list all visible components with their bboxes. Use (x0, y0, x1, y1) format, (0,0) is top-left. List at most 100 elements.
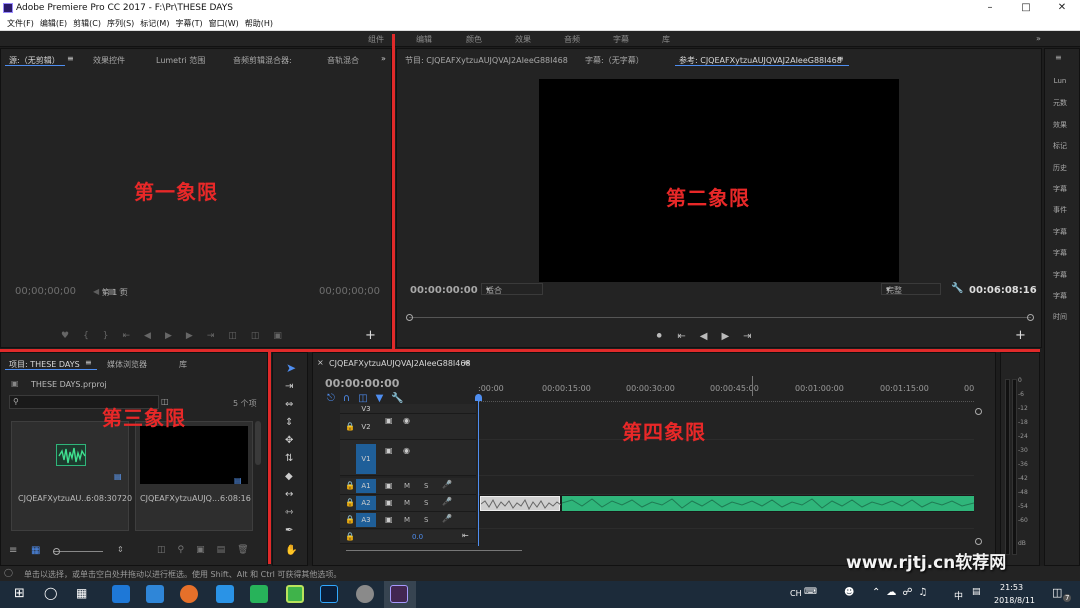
hand-tool-icon[interactable]: ✋ (285, 545, 297, 556)
tab-audio-clip-mixer[interactable]: 音频剪辑混合器: (233, 55, 292, 66)
slip-tool-icon[interactable]: ↔ (285, 489, 293, 500)
language-indicator[interactable]: 中 (954, 589, 963, 602)
solo-button[interactable]: S (424, 499, 428, 507)
photoshop-icon[interactable] (320, 585, 338, 603)
toggle-sync-icon[interactable]: ▣ (385, 416, 393, 425)
project-scrollbar[interactable] (255, 421, 261, 465)
panel-overflow-icon[interactable]: » (381, 54, 386, 63)
sort-icon[interactable]: ⇕ (117, 545, 124, 554)
cortana-icon[interactable]: ◯ (44, 586, 57, 600)
lock-icon[interactable]: 🔒 (345, 481, 355, 490)
workspace-effects[interactable]: 效果 (515, 34, 531, 45)
clock-date[interactable]: 2018/8/11 (994, 596, 1035, 605)
keyboard-icon[interactable]: ⌨ (804, 587, 817, 597)
right-tab-captions-5[interactable]: 字幕 (1048, 291, 1072, 301)
edge-icon[interactable] (112, 585, 130, 603)
tab-captions[interactable]: 字幕:（无字幕） (585, 55, 644, 66)
close-button[interactable]: ✕ (1044, 0, 1080, 16)
microphone-icon[interactable]: 🎤 (442, 480, 452, 489)
tab-program[interactable]: 节目: CJQEAFXytzuAUJQVAJ2AIeeG88I468 (405, 55, 568, 66)
close-sequence-icon[interactable]: × (317, 358, 324, 367)
ime-indicator[interactable]: CH (790, 589, 802, 598)
track-lane-v1[interactable] (478, 440, 974, 476)
minimize-button[interactable]: – (972, 0, 1008, 16)
menu-title[interactable]: 字幕(T) (172, 16, 205, 30)
list-view-icon[interactable]: ≡ (9, 545, 17, 556)
source-page-select[interactable]: ◀ 第 1 页 ▾ ■ ✞ (93, 287, 128, 297)
microphone-icon[interactable]: 🎤 (442, 514, 452, 523)
track-lane-a1[interactable] (478, 478, 974, 495)
track-lane-a3[interactable] (478, 512, 974, 529)
tab-libraries[interactable]: 库 (179, 359, 187, 370)
mail-icon[interactable] (146, 585, 164, 603)
toggle-sync-icon[interactable]: ▣ (385, 498, 393, 507)
rolling-edit-tool-icon[interactable]: ⇕ (285, 417, 293, 428)
notification-icon[interactable]: ◫ (1052, 586, 1062, 599)
tab-media-browser[interactable]: 媒体浏览器 (107, 359, 147, 370)
program-scrub-bar[interactable] (409, 317, 1031, 318)
people-icon[interactable]: ☻ (844, 587, 854, 598)
track-label[interactable]: A2 (356, 496, 376, 510)
workspace-titles[interactable]: 字幕 (613, 34, 629, 45)
app-icon-star[interactable] (216, 585, 234, 603)
menu-window[interactable]: 窗口(W) (206, 16, 242, 30)
track-lane-a2[interactable] (478, 495, 975, 512)
eye-icon[interactable]: ◉ (403, 416, 410, 425)
audio-clip-selected[interactable] (480, 496, 562, 511)
audio-clip[interactable] (561, 496, 975, 511)
mute-button[interactable]: M (404, 499, 410, 507)
solo-button[interactable]: S (424, 482, 428, 490)
solo-button[interactable]: S (424, 516, 428, 524)
lock-icon[interactable]: 🔒 (345, 422, 355, 431)
go-to-end-icon[interactable]: ⇤ (462, 531, 469, 540)
wrench-icon[interactable]: 🔧 (951, 283, 963, 294)
program-playhead-timecode[interactable]: 00:00:00:00 (410, 285, 478, 296)
tab-menu-icon[interactable]: ≡ (837, 54, 844, 63)
lock-icon[interactable]: 🔒 (345, 515, 355, 524)
scrub-end-handle[interactable] (1027, 314, 1034, 321)
firefox-icon[interactable] (180, 585, 198, 603)
track-height-handle[interactable] (975, 538, 982, 545)
task-view-icon[interactable]: ▦ (76, 586, 87, 600)
source-transport-controls[interactable]: ♥{}⇤◀▶▶⇥◫◫▣ (61, 331, 296, 341)
menu-help[interactable]: 帮助(H) (242, 16, 276, 30)
tab-lumetri-scopes[interactable]: Lumetri 范围 (156, 55, 205, 66)
rate-stretch-tool-icon[interactable]: ✥ (285, 435, 293, 446)
menu-clip[interactable]: 剪辑(C) (70, 16, 104, 30)
eye-icon[interactable]: ◉ (403, 446, 410, 455)
menu-sequence[interactable]: 序列(S) (104, 16, 137, 30)
right-tab-captions-3[interactable]: 字幕 (1048, 248, 1072, 258)
track-label[interactable]: A3 (356, 513, 376, 527)
mute-button[interactable]: M (404, 482, 410, 490)
menu-edit[interactable]: 编辑(E) (37, 16, 70, 30)
app-icon-avatar[interactable] (356, 585, 374, 603)
tab-menu-icon[interactable]: ≡ (463, 358, 470, 367)
toggle-sync-icon[interactable]: ▣ (385, 446, 393, 455)
track-lane-v2[interactable] (478, 414, 974, 440)
track-label[interactable]: A1 (356, 479, 376, 493)
ime-mode-icon[interactable]: ▤ (972, 587, 981, 597)
microphone-icon[interactable]: 🎤 (442, 497, 452, 506)
right-tab-timecode[interactable]: 时间 (1048, 312, 1072, 322)
maximize-button[interactable]: □ (1008, 0, 1044, 16)
lock-icon[interactable]: 🔒 (345, 498, 355, 507)
program-add-button-icon[interactable]: + (1015, 328, 1026, 343)
right-tab-history[interactable]: 历史 (1048, 163, 1072, 173)
track-height-handle[interactable] (975, 408, 982, 415)
right-tab-effects[interactable]: 效果 (1048, 120, 1072, 130)
right-tab-lumetri[interactable]: Lun (1048, 77, 1072, 85)
lock-icon[interactable]: 🔒 (345, 532, 355, 541)
icon-view-icon[interactable]: ▦ (31, 545, 40, 556)
mute-button[interactable]: M (404, 516, 410, 524)
master-volume-value[interactable]: 0.0 (412, 533, 423, 541)
right-panel-overflow-icon[interactable]: ≡ (1055, 53, 1062, 62)
project-item-sequence[interactable]: ▤ CJQEAFXytzuAUJQ... 6:08:16 (135, 421, 253, 531)
razor-tool-icon[interactable]: ◆ (285, 471, 293, 482)
trim-tool-icon[interactable]: ⇅ (285, 453, 293, 464)
scrub-start-handle[interactable] (406, 314, 413, 321)
app-icon-play[interactable] (250, 585, 268, 603)
right-tab-markers[interactable]: 标记 (1048, 141, 1072, 151)
right-tab-metadata[interactable]: 元数 (1048, 98, 1072, 108)
workspace-overflow-icon[interactable]: » (1036, 34, 1041, 43)
zoom-slider[interactable] (53, 551, 103, 552)
